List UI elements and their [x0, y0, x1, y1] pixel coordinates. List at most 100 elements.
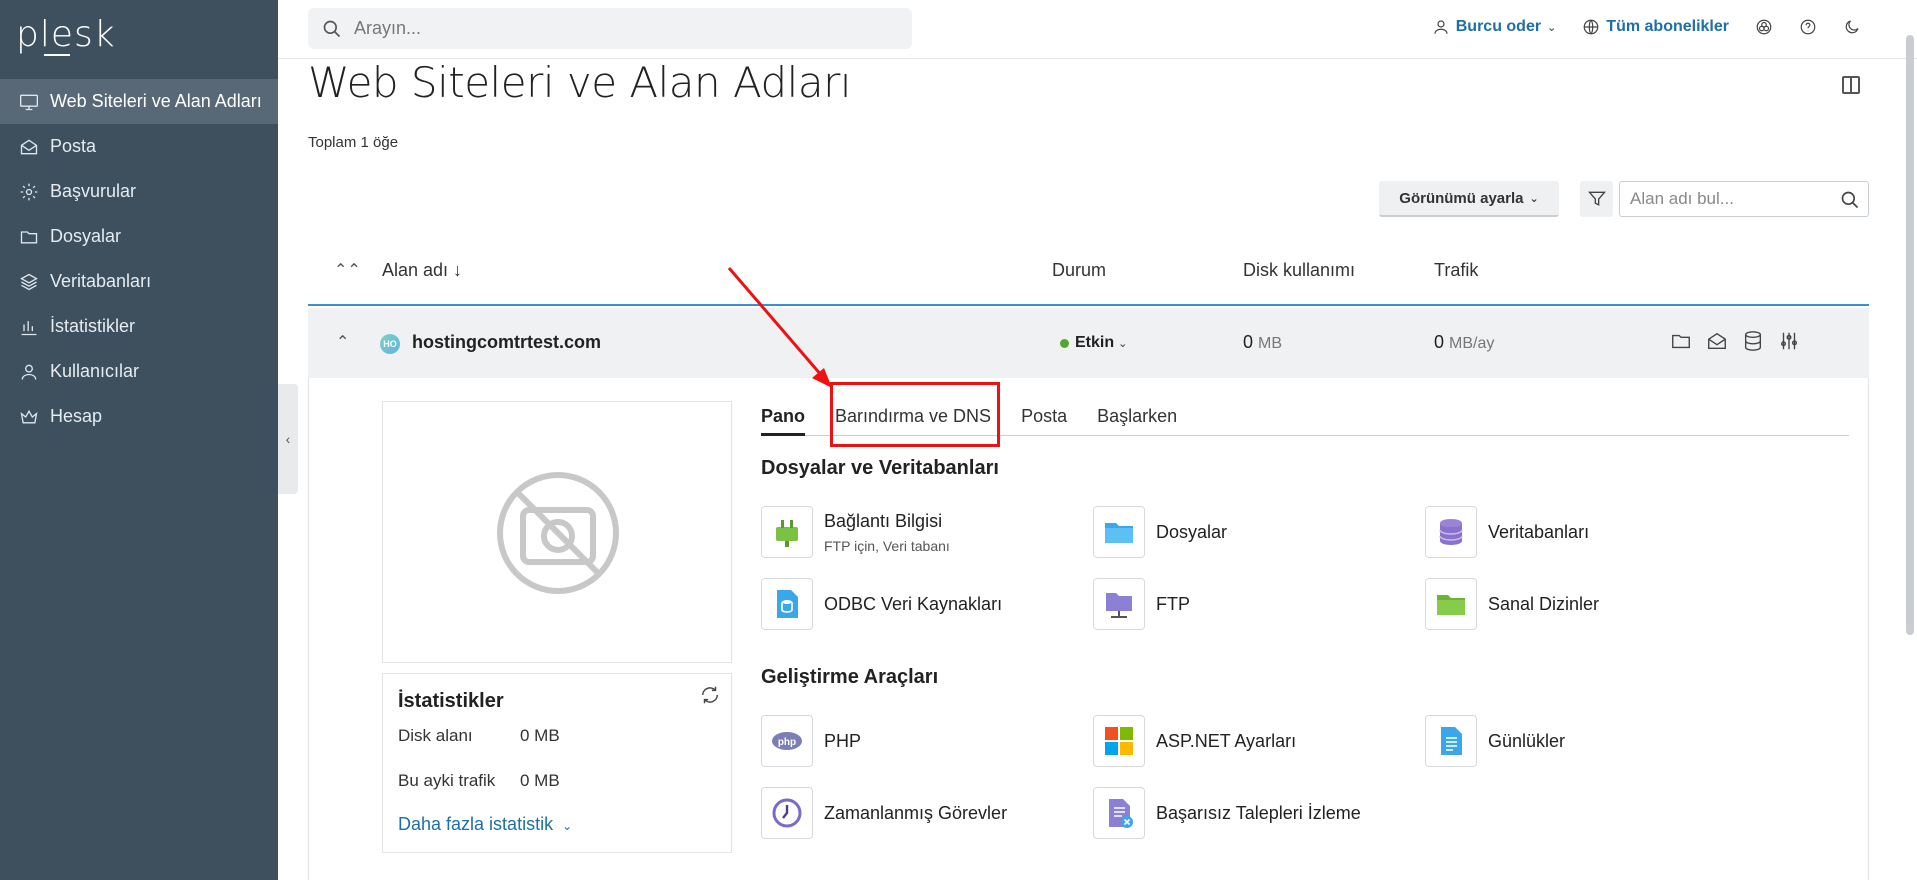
failed-requests-icon: [1093, 787, 1145, 839]
ftp-label: FTP: [1156, 593, 1190, 614]
statistics-card: İstatistikler Disk alanı 0 MB Bu ayki tr…: [382, 673, 732, 853]
sidebar-item-applications[interactable]: Başvurular: [0, 169, 278, 214]
customize-view-button[interactable]: Görünümü ayarla ⌄: [1379, 181, 1559, 217]
subscriptions-label: Tüm abonelikler: [1606, 18, 1729, 35]
no-image-camera-icon: [497, 472, 619, 594]
chevron-down-icon: ⌄: [1118, 337, 1128, 350]
ftp-tool[interactable]: FTP: [1093, 578, 1190, 630]
extensions-button[interactable]: [1755, 18, 1773, 36]
side-panel-toggle-icon[interactable]: [1842, 76, 1860, 94]
column-status[interactable]: Durum: [1052, 260, 1106, 281]
logs-tool[interactable]: Günlükler: [1425, 715, 1565, 767]
bar-chart-icon: [18, 316, 40, 338]
traffic-stat-label: Bu ayki trafik: [398, 771, 496, 790]
traffic-stat-value: 0 MB: [520, 771, 560, 790]
traffic-value: 0: [1434, 332, 1445, 352]
databases-label: Veritabanları: [1488, 521, 1590, 542]
refresh-button[interactable]: [699, 684, 721, 706]
sidebar-item-websites[interactable]: Web Siteleri ve Alan Adları: [0, 79, 278, 124]
sidebar-item-label: İstatistikler: [50, 316, 136, 336]
search-placeholder: Arayın...: [354, 18, 422, 38]
domain-search-input[interactable]: Alan adı bul...: [1619, 181, 1869, 217]
sidebar-collapse-button[interactable]: ‹: [278, 384, 298, 494]
sidebar-item-databases[interactable]: Veritabanları: [0, 259, 278, 304]
aspnet-tool[interactable]: ASP.NET Ayarları: [1093, 715, 1296, 767]
scrollbar-thumb[interactable]: [1906, 35, 1914, 635]
table-row[interactable]: ⌃ HO hostingcomtrtest.com Etkin ⌄ 0 MB 0…: [308, 308, 1869, 378]
sidebar-item-files[interactable]: Dosyalar: [0, 214, 278, 259]
sidebar-item-label: Dosyalar: [50, 226, 122, 246]
scheduled-tasks-tool[interactable]: Zamanlanmış Görevler: [761, 787, 1007, 839]
mail-icon: [18, 136, 40, 158]
database-icon[interactable]: [1742, 330, 1764, 352]
topbar: Arayın... Burcu oder ⌄ Tüm abonelikler: [278, 0, 1917, 59]
domain-search-placeholder: Alan adı bul...: [1630, 189, 1734, 208]
virtual-directories-label: Sanal Dizinler: [1488, 593, 1600, 614]
search-icon: [323, 20, 341, 37]
files-tool[interactable]: Dosyalar: [1093, 506, 1227, 558]
aspnet-label: ASP.NET Ayarları: [1156, 730, 1297, 751]
files-label: Dosyalar: [1156, 521, 1228, 542]
subscriptions-menu[interactable]: Tüm abonelikler: [1582, 18, 1729, 36]
connection-info-tool[interactable]: Bağlantı Bilgisi FTP için, Veri tabanı: [761, 506, 950, 558]
row-actions: [1670, 330, 1800, 352]
databases-tool[interactable]: Veritabanları: [1425, 506, 1589, 558]
expand-all-icon[interactable]: ⌃⌃: [334, 260, 361, 280]
dark-mode-toggle[interactable]: [1843, 18, 1861, 36]
odbc-file-icon: [761, 578, 813, 630]
logs-label: Günlükler: [1488, 730, 1566, 751]
domain-name-link[interactable]: hostingcomtrtest.com: [412, 332, 601, 353]
more-statistics-link[interactable]: Daha fazla istatistik ⌄: [398, 814, 572, 835]
globe-icon: [1583, 19, 1599, 35]
tab-getting-started[interactable]: Başlarken: [1097, 400, 1177, 436]
virtual-directories-tool[interactable]: Sanal Dizinler: [1425, 578, 1599, 630]
tab-mail[interactable]: Posta: [1021, 400, 1067, 436]
odbc-tool[interactable]: ODBC Veri Kaynakları: [761, 578, 1002, 630]
column-traffic[interactable]: Trafik: [1434, 260, 1478, 281]
column-disk[interactable]: Disk kullanımı: [1243, 260, 1355, 281]
logo-text: plesk: [16, 14, 116, 55]
failed-requests-label: Başarısız Talepleri İzleme: [1156, 802, 1361, 823]
gear-icon: [18, 181, 40, 203]
failed-requests-tool[interactable]: Başarısız Talepleri İzleme: [1093, 787, 1361, 839]
user-icon: [1434, 20, 1448, 34]
chevron-down-icon: ⌄: [1547, 21, 1557, 34]
collapse-row-icon[interactable]: ⌃: [336, 332, 349, 352]
chevron-down-icon: ⌄: [1529, 192, 1539, 205]
odbc-label: ODBC Veri Kaynakları: [824, 593, 1003, 614]
help-button[interactable]: [1799, 18, 1817, 36]
plesk-logo[interactable]: plesk: [16, 14, 116, 56]
customize-view-label: Görünümü ayarla: [1399, 189, 1524, 207]
php-icon: php: [761, 715, 813, 767]
disk-unit: MB: [1258, 335, 1283, 352]
more-statistics-label: Daha fazla istatistik: [398, 814, 554, 834]
sidebar-item-label: Başvurular: [50, 181, 137, 201]
tab-dashboard[interactable]: Pano: [761, 400, 806, 436]
filter-button[interactable]: [1580, 181, 1613, 217]
page-title: Web Siteleri ve Alan Adları: [308, 58, 852, 107]
sidebar-item-account[interactable]: Hesap: [0, 394, 278, 439]
php-label: PHP: [824, 730, 862, 751]
sidebar-item-mail[interactable]: Posta: [0, 124, 278, 169]
user-menu[interactable]: Burcu oder ⌄: [1432, 18, 1557, 36]
sidebar-item-statistics[interactable]: İstatistikler: [0, 304, 278, 349]
sidebar-item-label: Veritabanları: [50, 271, 152, 291]
mail-icon[interactable]: [1706, 330, 1728, 352]
status-dot: [1060, 338, 1069, 348]
status-dropdown[interactable]: Etkin ⌄: [1060, 334, 1127, 352]
disk-usage: 0 MB: [1243, 332, 1282, 353]
global-search-input[interactable]: Arayın...: [308, 8, 912, 49]
refresh-icon: [701, 686, 719, 704]
crown-icon: [18, 406, 40, 428]
ftp-folder-icon: [1093, 578, 1145, 630]
files-databases-title: Dosyalar ve Veritabanları: [761, 457, 999, 479]
page-scrollbar[interactable]: [1903, 35, 1917, 635]
svg-text:php: php: [778, 737, 796, 748]
folder-icon[interactable]: [1670, 330, 1692, 352]
php-tool[interactable]: php PHP: [761, 715, 861, 767]
sidebar-nav: Web Siteleri ve Alan Adları Posta Başvur…: [0, 79, 278, 439]
sidebar-item-users[interactable]: Kullanıcılar: [0, 349, 278, 394]
column-domain[interactable]: Alan adı ↓: [382, 260, 462, 281]
total-items: Toplam 1 öğe: [308, 134, 399, 151]
settings-sliders-icon[interactable]: [1778, 330, 1800, 352]
